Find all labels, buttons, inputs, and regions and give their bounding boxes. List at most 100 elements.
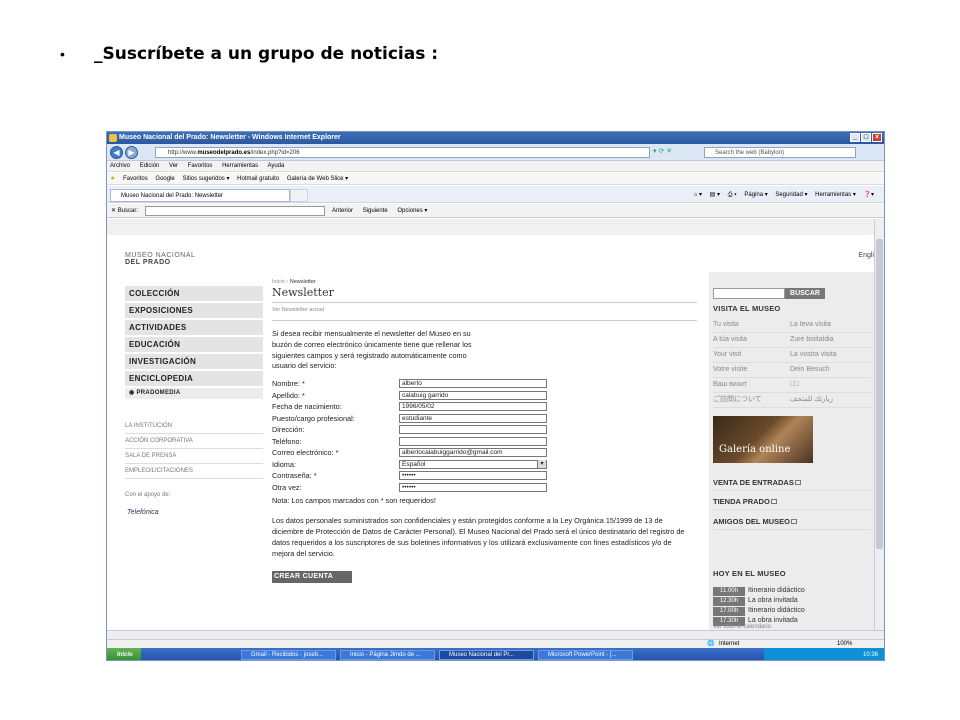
label-correo: Correo electrónico: * (272, 448, 339, 458)
back-button[interactable]: ◀ (110, 146, 123, 159)
fav-sitios[interactable]: Sitios sugeridos ▾ (182, 176, 229, 182)
link-empleo[interactable]: EMPLEO/LICITACIONES (125, 464, 263, 479)
refresh-stop-icons[interactable]: ▾ ⟳ ✕ (653, 147, 699, 158)
start-button[interactable]: Inicio (107, 648, 141, 660)
nav-pradomedia[interactable]: ◉ PRADOMEDIA (125, 388, 263, 399)
nav-investigacion[interactable]: INVESTIGACIÓN (125, 354, 263, 369)
visit-link[interactable]: Dein Besuch (790, 363, 867, 377)
visit-link[interactable]: Ваш визит (713, 378, 790, 392)
site-search-input[interactable] (713, 288, 785, 299)
find-next[interactable]: Siguiente (363, 208, 388, 214)
venta-entradas-link[interactable]: VENTA DE ENTRADAS (713, 478, 871, 491)
fav-google[interactable]: Google (155, 176, 174, 182)
current-newsletter-link[interactable]: Ver Newsletter actual (272, 305, 697, 321)
link-prensa[interactable]: SALA DE PRENSA (125, 449, 263, 464)
menu-ayuda[interactable]: Ayuda (267, 163, 284, 169)
hoy-list: 11.00h Itinerario didáctico 12.30h La obra… (713, 586, 871, 626)
legal-text: Los datos personales suministrados son c… (272, 516, 685, 559)
help-icon[interactable]: ❓▾ (864, 192, 874, 198)
input-correo[interactable]: albertocalabuiggarrido@gmail.com (399, 448, 547, 458)
amigos-museo-link[interactable]: AMIGOS DEL MUSEO (713, 517, 871, 530)
scroll-thumb[interactable] (876, 239, 883, 549)
fav-hotmail[interactable]: Hotmail gratuito (237, 176, 279, 182)
print-icon[interactable]: ⎙ ▾ (728, 192, 737, 198)
task-prado[interactable]: Museo Nacional del Pr... (439, 650, 534, 660)
support-label: Con el apoyo de: (125, 492, 171, 498)
task-powerpoint[interactable]: Microsoft PowerPoint - [... (538, 650, 633, 660)
prado-logo[interactable]: MUSEO NACIONAL DEL PRADO (125, 252, 195, 266)
cmd-herramientas[interactable]: Herramientas ▾ (815, 192, 856, 198)
nav-actividades[interactable]: ACTIVIDADES (125, 320, 263, 335)
main-nav: COLECCIÓN EXPOSICIONES ACTIVIDADES EDUCA… (125, 286, 263, 401)
input-nombre[interactable]: alberto (399, 379, 547, 389)
galeria-online-banner[interactable]: Galería online (713, 416, 813, 463)
crear-cuenta-button[interactable]: CREAR CUENTA (272, 571, 352, 584)
find-input[interactable] (145, 206, 325, 216)
vertical-scrollbar[interactable] (874, 219, 884, 630)
web-search-input[interactable]: Search the web (Babylon) (704, 147, 856, 158)
nav-exposiciones[interactable]: EXPOSICIONES (125, 303, 263, 318)
home-icon[interactable]: ⌂ ▾ (694, 192, 702, 198)
link-institucion[interactable]: LA INSTITUCIÓN (125, 419, 263, 434)
select-idioma[interactable]: Español (399, 459, 547, 469)
label-contrasena: Contraseña: * (272, 471, 317, 481)
new-tab-button[interactable] (290, 189, 308, 202)
telefonica-logo[interactable]: Telefónica (127, 509, 159, 516)
input-apellido[interactable]: calabuig garrido (399, 390, 547, 400)
task-gmail[interactable]: Gmail - Recibidos - joseb... (241, 650, 336, 660)
language-link[interactable]: Engli (858, 252, 874, 259)
nav-enciclopedia[interactable]: ENCICLOPEDIA (125, 371, 263, 386)
link-accion[interactable]: ACCIÓN CORPORATIVA (125, 434, 263, 449)
cmd-pagina[interactable]: Página ▾ (744, 192, 767, 198)
visit-link[interactable]: Zure bisitaldia (790, 333, 867, 347)
find-options[interactable]: Opciones ▾ (397, 208, 427, 214)
list-item[interactable]: 11.00h Itinerario didáctico (713, 586, 871, 596)
list-item[interactable]: 12.30h La obra invitada (713, 596, 871, 606)
forward-button[interactable]: ▶ (125, 146, 138, 159)
visit-link[interactable]: La vostra visita (790, 348, 867, 362)
visit-link[interactable]: Tu visita (713, 318, 790, 332)
menu-archivo[interactable]: Archivo (110, 163, 130, 169)
visit-link[interactable]: La teva visita (790, 318, 867, 332)
breadcrumb-home[interactable]: Inicio (272, 279, 285, 285)
external-link-icon (790, 519, 797, 524)
url-input[interactable]: http://www.museodelprado.es/index.php?id… (155, 147, 650, 158)
menu-edicion[interactable]: Edición (140, 163, 160, 169)
tab-newsletter[interactable]: Museo Nacional del Prado: Newsletter (110, 189, 290, 202)
cmd-seguridad[interactable]: Seguridad ▾ (775, 192, 807, 198)
tienda-prado-link[interactable]: TIENDA PRADO (713, 497, 871, 510)
input-telefono[interactable] (399, 436, 547, 446)
input-contrasena[interactable]: •••••• (399, 471, 547, 481)
buscar-button[interactable]: BUSCAR (785, 288, 825, 299)
menu-ver[interactable]: Ver (169, 163, 178, 169)
visit-link[interactable]: زيارتك للمتحف (790, 393, 867, 407)
list-item[interactable]: 17.00h Itinerario didáctico (713, 606, 871, 616)
breadcrumb-separator: › (286, 279, 289, 285)
fav-webslice[interactable]: Galería de Web Slice ▾ (287, 176, 348, 182)
visit-link[interactable]: ご訪問について (713, 393, 790, 407)
input-fecha[interactable]: 1996/05/02 (399, 402, 547, 412)
label-direccion: Dirección: (272, 425, 305, 435)
feeds-icon[interactable]: ▤ ▾ (710, 192, 720, 198)
input-direccion[interactable] (399, 425, 547, 435)
favorites-button[interactable]: Favoritos (123, 176, 148, 182)
horizontal-scrollbar[interactable] (107, 630, 884, 639)
visit-link[interactable]: A túa visita (713, 333, 790, 347)
input-puesto[interactable]: estudiante (399, 413, 547, 423)
menu-herramientas[interactable]: Herramientas (222, 163, 258, 169)
close-button[interactable]: × (872, 133, 882, 142)
minimize-button[interactable]: _ (850, 133, 860, 142)
task-jimdo[interactable]: Inicio - Página Jimdo de ... (340, 650, 435, 660)
browser-screenshot: Museo Nacional del Prado: Newsletter - W… (106, 131, 885, 661)
input-otra-vez[interactable]: •••••• (399, 482, 547, 492)
visit-link[interactable]: Votre visite (713, 363, 790, 377)
visit-link[interactable]: Your visit (713, 348, 790, 362)
system-clock[interactable]: 10:36 (764, 648, 884, 660)
find-prev[interactable]: Anterior (332, 208, 353, 214)
nav-educacion[interactable]: EDUCACIÓN (125, 337, 263, 352)
nav-coleccion[interactable]: COLECCIÓN (125, 286, 263, 301)
maximize-button[interactable]: □ (861, 133, 871, 142)
visit-link[interactable]: □□ (790, 378, 867, 392)
menu-favoritos[interactable]: Favoritos (188, 163, 213, 169)
web-page: MUSEO NACIONAL DEL PRADO Engli COLECCIÓN… (107, 219, 876, 630)
